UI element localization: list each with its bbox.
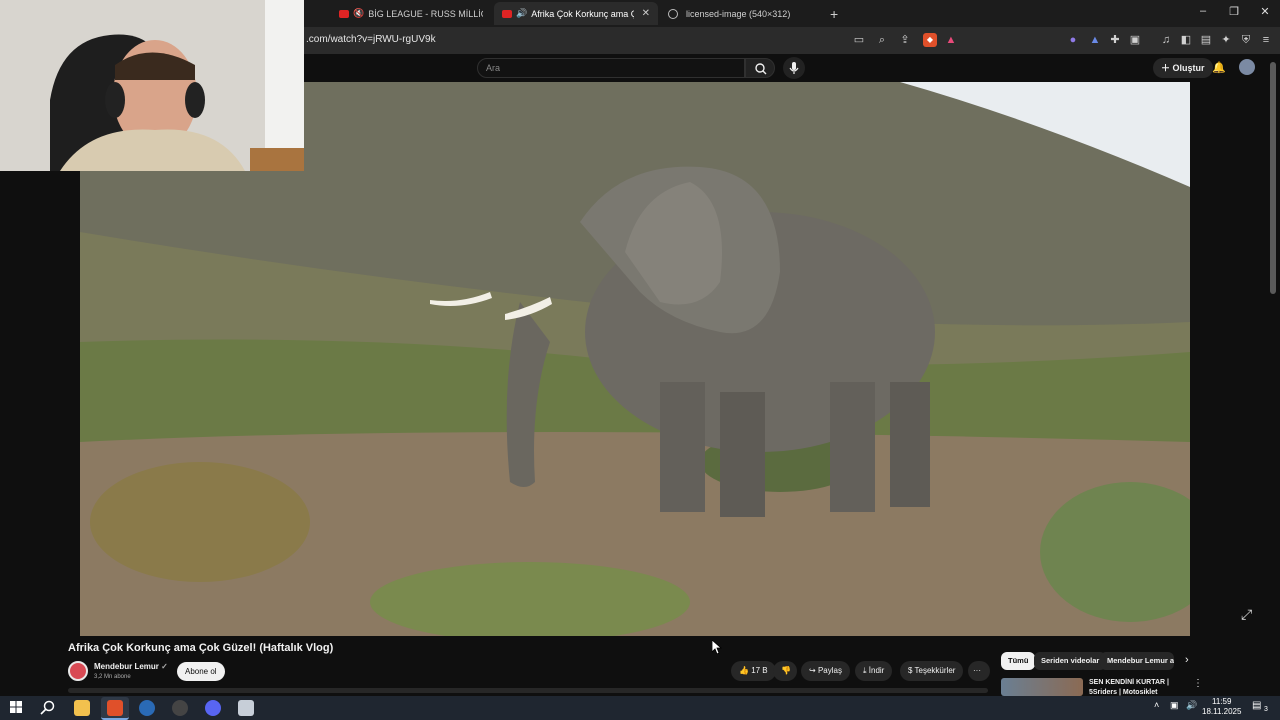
like-button[interactable]: 👍 17 B xyxy=(731,661,776,681)
taskbar-search-icon[interactable] xyxy=(40,700,55,715)
create-label: Oluştur xyxy=(1172,63,1205,73)
vpn-icon[interactable]: ▲ xyxy=(1088,33,1102,47)
create-button[interactable]: ＋ Oluştur xyxy=(1153,58,1213,78)
recommended-thumbnail[interactable] xyxy=(1001,678,1083,696)
maximize-button[interactable]: ❐ xyxy=(1219,5,1249,18)
notifications-bell-icon[interactable]: 🔔 xyxy=(1212,61,1226,74)
wallet-icon[interactable]: ▤ xyxy=(1199,33,1213,47)
more-actions-button[interactable]: ··· xyxy=(968,661,990,681)
mouse-cursor-icon xyxy=(712,640,722,654)
thumbs-up-icon: 👍 xyxy=(739,666,752,675)
search-icon xyxy=(755,63,767,75)
brave-rewards-icon[interactable]: ▲ xyxy=(944,33,958,47)
file-explorer-icon[interactable] xyxy=(74,700,90,716)
tab-licensed-image[interactable]: licensed-image (540×312) xyxy=(660,2,820,25)
notification-center-icon[interactable]: ▤ xyxy=(1252,700,1261,711)
tray-volume-icon[interactable]: 🔊 xyxy=(1186,700,1197,711)
clock-time: 11:59 xyxy=(1212,697,1232,706)
notification-count: 3 xyxy=(1264,706,1268,713)
youtube-favicon-icon xyxy=(502,9,512,18)
tab-label: BİG LEAGUE - RUSS MİLLİONS X xyxy=(368,8,483,19)
chip-channel[interactable]: Mendebur Lemur adl xyxy=(1100,652,1174,670)
account-avatar[interactable] xyxy=(1239,59,1255,75)
youtube-favicon-icon xyxy=(339,9,349,18)
sparkle-icon[interactable]: ✦ xyxy=(1219,33,1233,47)
channel-avatar[interactable] xyxy=(68,661,88,681)
url-field[interactable]: .com/watch?v=jRWU-rgUV9k xyxy=(306,34,436,45)
plus-icon: ＋ xyxy=(1161,63,1173,73)
media-icon[interactable]: ♫ xyxy=(1159,33,1173,47)
taskbar-clock[interactable]: 11:59 18.11.2025 xyxy=(1202,697,1241,717)
tab-label: licensed-image (540×312) xyxy=(686,8,791,19)
share-arrow-icon: ↪ xyxy=(809,666,818,675)
close-tab-icon[interactable]: ✕ xyxy=(642,8,650,19)
leo-ai-icon[interactable]: ● xyxy=(1066,33,1080,47)
screenshot-icon[interactable]: ▣ xyxy=(1128,33,1142,47)
cast-icon[interactable]: ▭ xyxy=(852,33,866,47)
discord-icon[interactable] xyxy=(205,700,221,716)
vpn-shield-icon[interactable]: ⛨ xyxy=(1239,33,1253,47)
speaker-icon: 🔊 xyxy=(516,8,528,18)
globe-icon xyxy=(668,8,678,19)
download-button[interactable]: ⤓ İndir xyxy=(855,661,893,681)
video-title: Afrika Çok Korkunç ama Çok Güzel! (Hafta… xyxy=(68,642,334,654)
streamer-webcam-image xyxy=(0,0,304,171)
chip-series-videos[interactable]: Seriden videolar xyxy=(1034,652,1107,670)
channel-name[interactable]: Mendebur Lemur ✓ xyxy=(94,662,168,671)
recommended-title[interactable]: SEN KENDİNİ KURTAR | 5Sriders | Motosikl… xyxy=(1089,678,1184,698)
notepad-icon[interactable] xyxy=(238,700,254,716)
chip-all[interactable]: Tümü xyxy=(1001,652,1036,670)
thumbs-down-icon: 👎 xyxy=(781,666,791,675)
dislike-button[interactable]: 👎 xyxy=(773,661,797,681)
chevron-right-icon[interactable]: › xyxy=(1185,654,1189,666)
description-box[interactable] xyxy=(68,688,988,693)
webcam-overlay xyxy=(0,0,304,171)
obs-icon[interactable] xyxy=(172,700,188,716)
search-input[interactable]: Ara xyxy=(477,58,745,78)
share-icon[interactable]: ⇪ xyxy=(898,33,912,47)
recommended-menu-icon[interactable]: ⋮ xyxy=(1193,678,1203,689)
thanks-button[interactable]: $ Teşekkürler xyxy=(900,661,964,681)
zoom-icon[interactable]: ⌕ xyxy=(875,33,889,47)
sidebar-icon[interactable]: ◧ xyxy=(1179,33,1193,47)
clock-date: 18.11.2025 xyxy=(1202,707,1242,716)
microphone-icon xyxy=(789,62,799,74)
voice-search-button[interactable] xyxy=(783,57,805,79)
extensions-icon[interactable]: ✚ xyxy=(1108,33,1122,47)
subscriber-count: 3,2 Mn abone xyxy=(94,674,131,680)
brave-shield-icon[interactable]: ◆ xyxy=(923,33,937,47)
theater-mode-icon[interactable]: ⤢ xyxy=(1241,606,1252,623)
tab-big-league[interactable]: 🔇 BİG LEAGUE - RUSS MİLLİONS X xyxy=(331,2,483,25)
brave-browser-icon[interactable] xyxy=(107,700,123,716)
share-button[interactable]: ↪ Paylaş xyxy=(801,661,850,681)
new-tab-button[interactable]: + xyxy=(822,2,844,25)
tray-chevron-up-icon[interactable]: ˄ xyxy=(1154,700,1159,710)
page-scrollbar[interactable] xyxy=(1270,62,1276,294)
tab-label: Afrika Çok Korkunç ama Çok xyxy=(531,8,633,19)
subscribe-button[interactable]: Abone ol xyxy=(177,662,225,681)
minimize-button[interactable]: – xyxy=(1188,5,1218,17)
verified-badge-icon: ✓ xyxy=(161,662,168,671)
close-window-button[interactable]: ✕ xyxy=(1250,5,1280,18)
tray-display-icon[interactable]: ▣ xyxy=(1170,700,1179,711)
muted-speaker-icon: 🔇 xyxy=(353,8,365,18)
tab-afrika-video[interactable]: 🔊 Afrika Çok Korkunç ama Çok ✕ xyxy=(494,2,658,25)
windows-start-icon[interactable] xyxy=(10,701,22,713)
windows-taskbar xyxy=(0,696,1280,720)
steam-icon[interactable] xyxy=(139,700,155,716)
search-button[interactable] xyxy=(745,58,775,78)
menu-icon[interactable]: ≡ xyxy=(1259,33,1273,47)
